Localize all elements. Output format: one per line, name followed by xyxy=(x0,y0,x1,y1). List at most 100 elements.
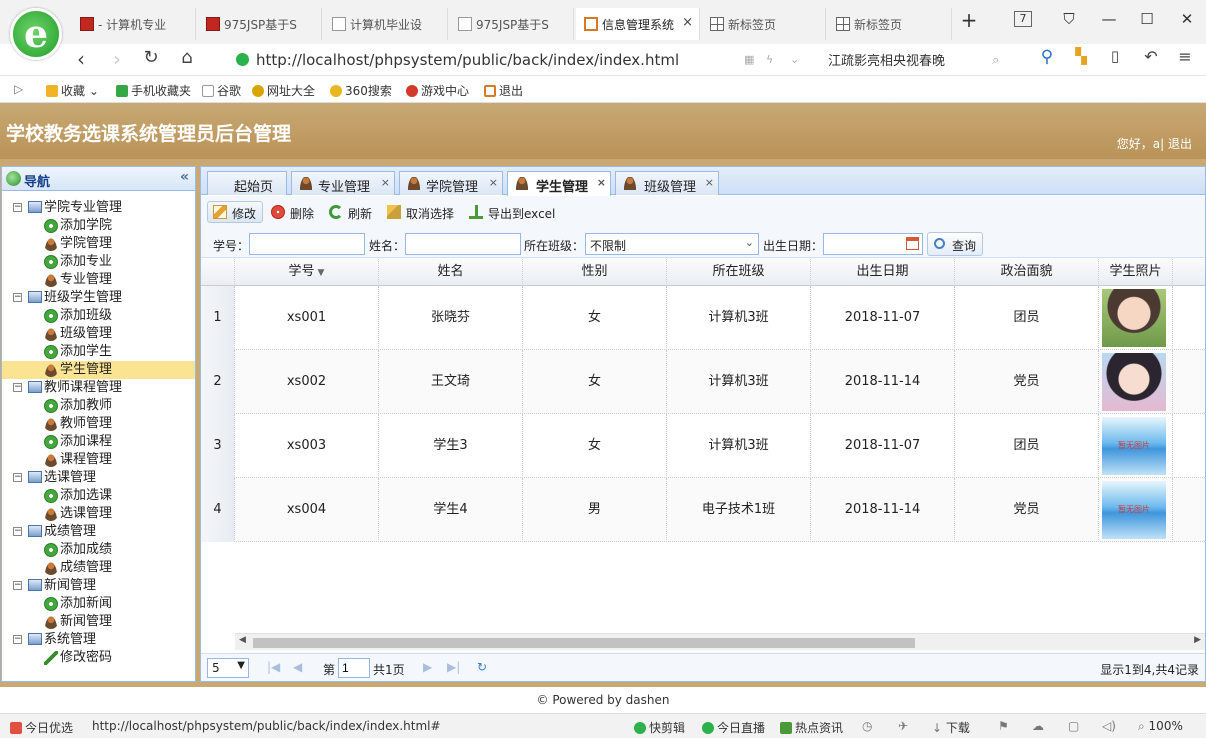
nav-item[interactable]: 新闻管理 xyxy=(2,613,195,631)
status-live[interactable]: 今日直播 xyxy=(702,719,765,736)
student-no-input[interactable] xyxy=(249,233,365,255)
table-row[interactable]: 2 xs002 王文琦女计算机3班 2018-11-14 党员 xyxy=(201,350,1205,414)
close-icon[interactable]: × xyxy=(597,176,606,189)
nav-group[interactable]: − 教师课程管理 xyxy=(2,379,195,397)
search-icon[interactable]: ⚲ xyxy=(1034,47,1060,67)
cancel-select-button[interactable]: 取消选择 xyxy=(381,201,461,223)
first-page-icon[interactable]: |◀ xyxy=(267,660,280,674)
volume-icon[interactable]: ◁) xyxy=(1102,719,1116,733)
page-number-input[interactable] xyxy=(338,658,370,678)
nav-group[interactable]: − 班级学生管理 xyxy=(2,289,195,307)
nav-item[interactable]: 教师管理 xyxy=(2,415,195,433)
close-icon[interactable]: × xyxy=(705,176,714,189)
status-quick-edit[interactable]: 快剪辑 xyxy=(634,719,685,736)
skin-shirt-icon[interactable]: ⛉ xyxy=(1058,10,1080,28)
cloud-icon[interactable]: ☁ xyxy=(1032,719,1044,733)
nav-item[interactable]: 添加专业 xyxy=(2,253,195,271)
tab-major[interactable]: 专业管理 × xyxy=(291,171,395,195)
collapse-toggle-icon[interactable]: − xyxy=(13,581,22,590)
last-page-icon[interactable]: ▶| xyxy=(447,660,460,674)
nav-item[interactable]: 添加学院 xyxy=(2,217,195,235)
scroll-left-icon[interactable]: ◀ xyxy=(239,635,246,645)
delete-button[interactable]: 删除 xyxy=(265,201,321,223)
nav-item[interactable]: 修改密码 xyxy=(2,649,195,667)
nav-item[interactable]: 学院管理 xyxy=(2,235,195,253)
nav-group[interactable]: − 系统管理 xyxy=(2,631,195,649)
home-icon[interactable]: ⌂ xyxy=(174,47,200,68)
close-window-icon[interactable]: ✕ xyxy=(1176,10,1198,28)
minimize-icon[interactable]: — xyxy=(1098,10,1120,28)
edit-button[interactable]: 修改 xyxy=(207,201,264,223)
export-excel-button[interactable]: 导出到excel xyxy=(463,201,562,223)
maximize-icon[interactable]: ☐ xyxy=(1136,10,1158,28)
browser-tab-1[interactable]: - 计算机专业 xyxy=(72,8,196,40)
next-page-icon[interactable]: ▶ xyxy=(423,660,432,674)
flag-icon[interactable]: ⚑ xyxy=(998,719,1009,733)
search-news-field[interactable]: 江疏影亮相央视春晚 xyxy=(828,50,945,69)
menu-icon[interactable]: ≡ xyxy=(1172,47,1198,66)
lightning-icon[interactable]: ϟ xyxy=(766,53,773,66)
query-button[interactable]: 查询 xyxy=(927,232,984,256)
close-tab-icon[interactable]: × xyxy=(682,15,693,30)
chevron-down-icon[interactable]: ⌄ xyxy=(790,53,799,66)
bookmark-360[interactable]: 360搜索 xyxy=(330,82,392,99)
collapse-toggle-icon[interactable]: − xyxy=(13,635,22,644)
browser-tab-6[interactable]: 新标签页 xyxy=(702,8,826,40)
browser-tab-3[interactable]: 计算机毕业设 xyxy=(324,8,448,40)
bookmark-google[interactable]: 谷歌 xyxy=(202,82,241,99)
refresh-button[interactable]: 刷新 xyxy=(323,201,379,223)
nav-item[interactable]: 添加学生 xyxy=(2,343,195,361)
scrollbar-thumb[interactable] xyxy=(253,638,915,648)
bookmark-sites[interactable]: 网址大全 xyxy=(252,82,315,99)
nav-item[interactable]: 学生管理 xyxy=(2,361,195,379)
nav-item[interactable]: 添加班级 xyxy=(2,307,195,325)
collapse-toggle-icon[interactable]: − xyxy=(13,203,22,212)
rocket-icon[interactable]: ✈ xyxy=(898,719,908,733)
status-news[interactable]: 热点资讯 xyxy=(780,719,843,736)
tab-class[interactable]: 班级管理 × xyxy=(615,171,719,195)
tab-college[interactable]: 学院管理 × xyxy=(399,171,503,195)
column-header-birth[interactable]: 出生日期 xyxy=(811,259,955,286)
browser-tab-7[interactable]: 新标签页 xyxy=(828,8,952,40)
nav-item[interactable]: 添加课程 xyxy=(2,433,195,451)
column-header-student-no[interactable]: 学号 ▼ xyxy=(235,259,379,286)
apps-icon[interactable]: ▚ xyxy=(1068,47,1094,65)
tab-count-badge[interactable]: 7 xyxy=(1014,11,1032,27)
collapse-toggle-icon[interactable]: − xyxy=(13,527,22,536)
table-row[interactable]: 1 xs001 张晓芬女计算机3班 2018-11-07 团员 xyxy=(201,286,1205,350)
zoom-level[interactable]: ⌕ 100% xyxy=(1138,719,1183,734)
table-row[interactable]: 4 xs004 学生4 男电子技术1班 2018-11-14 党员 暂无图片 xyxy=(201,478,1205,542)
column-header-political[interactable]: 政治面貌 xyxy=(955,259,1099,286)
status-download[interactable]: ↓ 下载 xyxy=(932,719,970,736)
browser-tab-2[interactable]: 975JSP基于S xyxy=(198,8,322,40)
bookmark-mobile[interactable]: 手机收藏夹 xyxy=(116,82,191,99)
calendar-icon[interactable] xyxy=(906,237,919,250)
nav-item[interactable]: 专业管理 xyxy=(2,271,195,289)
today-pick[interactable]: 今日优选 xyxy=(10,719,73,736)
search-small-icon[interactable]: ⌕ xyxy=(992,53,999,68)
nav-item[interactable]: 添加教师 xyxy=(2,397,195,415)
url-field[interactable]: http://localhost/phpsystem/public/back/i… xyxy=(234,48,824,72)
column-header-photo[interactable]: 学生照片 xyxy=(1099,259,1173,286)
new-tab-button[interactable]: + xyxy=(958,8,980,32)
prev-page-icon[interactable]: ◀ xyxy=(293,660,302,674)
nav-item[interactable]: 添加新闻 xyxy=(2,595,195,613)
name-input[interactable] xyxy=(405,233,521,255)
sidebar-toggle-icon[interactable]: ▷ xyxy=(14,82,23,96)
tab-home[interactable]: 起始页 xyxy=(207,171,287,195)
nav-item[interactable]: 成绩管理 xyxy=(2,559,195,577)
bookmark-games[interactable]: 游戏中心 xyxy=(406,82,469,99)
undo-icon[interactable]: ↶ xyxy=(1138,47,1164,66)
user-greeting-logout[interactable]: 您好，a| 退出 xyxy=(1117,135,1192,152)
reload-icon[interactable]: ↻ xyxy=(138,47,164,68)
column-header-gender[interactable]: 性别 xyxy=(523,259,667,286)
back-icon[interactable]: ‹ xyxy=(68,47,94,71)
birth-date-input[interactable] xyxy=(823,233,923,255)
bookmark-favorites[interactable]: 收藏 ⌄ xyxy=(46,82,99,99)
collapse-toggle-icon[interactable]: − xyxy=(13,383,22,392)
class-select[interactable]: 不限制 ⌄ xyxy=(585,233,759,255)
bookmark-logout[interactable]: 退出 xyxy=(484,82,523,99)
nav-item[interactable]: 选课管理 xyxy=(2,505,195,523)
window-icon[interactable]: ▢ xyxy=(1068,719,1079,733)
nav-group[interactable]: − 成绩管理 xyxy=(2,523,195,541)
